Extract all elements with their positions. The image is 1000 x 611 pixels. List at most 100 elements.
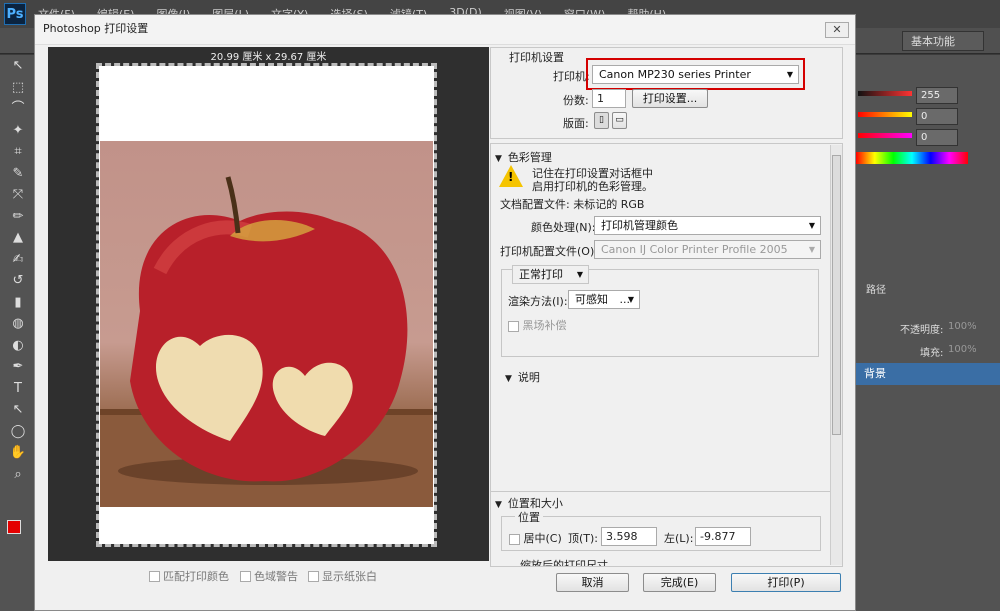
healing-tool-icon[interactable]: ⤧ [0,184,36,206]
chevron-down-icon: ▼ [808,221,815,230]
collapse-triangle-icon: ▼ [505,374,512,384]
show-paper-white-checkbox[interactable] [308,570,319,582]
print-button[interactable]: 打印(P) [731,573,841,592]
photoshop-logo: Ps [4,3,26,25]
history-brush-tool-icon[interactable]: ✍ [0,249,36,271]
marquee-tool-icon[interactable]: ⬚ [0,77,36,99]
red-slider[interactable] [858,91,912,96]
gradient-tool-icon[interactable]: ▮ [0,292,36,314]
match-print-colors-checkbox[interactable] [149,570,160,582]
cancel-button[interactable]: 取消 [556,573,629,592]
color-management-header[interactable]: ▼ 色彩管理 [495,149,552,165]
eraser-tool-icon[interactable]: ↺ [0,270,36,292]
scrollbar-thumb[interactable] [832,155,841,435]
center-label: 居中(C) [523,532,562,545]
show-paper-white-label: 显示纸张白 [322,570,377,583]
zoom-tool-icon[interactable]: ⌕ [0,464,36,486]
collapse-triangle-icon: ▼ [495,154,502,164]
match-print-colors-label: 匹配打印颜色 [163,570,229,583]
printer-label: 打印机: [553,70,590,83]
hand-tool-icon[interactable]: ✋ [0,442,36,464]
ps-toolbar: ↖ ⬚ ⌒ ✦ ⌗ ✎ ⤧ ✏ ▲ ✍ ↺ ▮ ◍ ◐ ✒ T ↖ ◯ ✋ ⌕ [0,55,36,611]
document-profile: 文档配置文件: 未标记的 RGB [500,198,645,211]
color-handling-select[interactable]: 打印机管理颜色 ▼ [594,216,821,235]
printer-profile-label: 打印机配置文件(O): [500,245,598,258]
scaled-print-size-label: 缩放后的打印尺寸 [520,559,608,566]
color-handling-value: 打印机管理颜色 [601,219,678,232]
printer-highlight-box [586,58,805,90]
section-divider [491,491,830,492]
color-handling-label: 颜色处理(N): [531,221,596,234]
close-icon[interactable]: ✕ [825,22,849,38]
dodge-tool-icon[interactable]: ◐ [0,335,36,357]
lasso-tool-icon[interactable]: ⌒ [0,98,36,120]
print-mode-select[interactable]: 正常打印 ▼ [512,265,589,284]
left-label: 左(L): [664,532,694,545]
print-mode-value: 正常打印 [519,268,563,281]
apple-heart-image [100,176,433,507]
center-checkbox[interactable] [509,533,520,545]
gamut-warning-label: 色域警告 [254,570,298,583]
top-input[interactable]: 3.598 [601,527,657,546]
warning-line-2: 启用打印机的色彩管理。 [532,180,653,193]
color-spectrum[interactable] [856,152,968,164]
position-label: 位置 [515,509,543,525]
rendering-intent-label: 渲染方法(I): [508,295,568,308]
blue-slider[interactable] [858,133,912,138]
chevron-down-icon: ▼ [576,270,583,279]
portrait-layout-icon[interactable]: ▯ [594,112,609,129]
layer-background[interactable]: 背景 [856,363,1000,385]
move-tool-icon[interactable]: ↖ [0,55,36,77]
opacity-value[interactable]: 100% [948,321,984,332]
layout-label: 版面: [563,117,589,130]
description-header[interactable]: ▼ 说明 [505,369,540,385]
print-preview: 20.99 厘米 x 29.67 厘米 [48,47,489,561]
center-option[interactable]: 居中(C) [509,530,562,546]
brush-tool-icon[interactable]: ✏ [0,206,36,228]
chevron-down-icon: ▼ [808,245,815,254]
top-label: 顶(T): [568,532,599,545]
workspace-selector[interactable]: 基本功能 [902,31,984,51]
printer-settings-header: 打印机设置 [509,51,564,64]
left-input[interactable]: -9.877 [695,527,751,546]
description-title: 说明 [517,371,540,384]
fill-value[interactable]: 100% [948,344,984,355]
eyedropper-tool-icon[interactable]: ✎ [0,163,36,185]
black-point-option: 黑场补偿 [508,317,567,333]
gamut-warning-checkbox[interactable] [240,570,251,582]
collapse-triangle-icon: ▼ [495,500,502,510]
red-value[interactable]: 255 [916,87,958,104]
blur-tool-icon[interactable]: ◍ [0,313,36,335]
settings-scrollbar[interactable] [830,145,842,565]
black-point-label: 黑场补偿 [522,319,567,332]
black-point-checkbox [508,320,519,332]
foreground-color-swatch[interactable] [7,520,21,534]
pen-tool-icon[interactable]: ✒ [0,356,36,378]
preview-paper-size: 20.99 厘米 x 29.67 厘米 [210,52,327,63]
gamut-warning-option[interactable]: 色域警告 [240,568,298,584]
preview-image[interactable] [100,141,433,507]
rendering-intent-select[interactable]: 可感知 ... ▼ [568,290,640,309]
path-select-tool-icon[interactable]: ↖ [0,399,36,421]
printer-profile-value: Canon IJ Color Printer Profile 2005 [601,243,788,256]
landscape-layout-icon[interactable]: ▭ [612,112,627,129]
show-paper-white-option[interactable]: 显示纸张白 [308,568,377,584]
magic-wand-tool-icon[interactable]: ✦ [0,120,36,142]
print-settings-dialog: Photoshop 打印设置 ✕ 20.99 厘米 x 29.67 厘米 匹配打… [34,14,856,611]
match-print-colors-option[interactable]: 匹配打印颜色 [149,568,229,584]
crop-tool-icon[interactable]: ⌗ [0,141,36,163]
printer-profile-select: Canon IJ Color Printer Profile 2005 ▼ [594,240,821,259]
chevron-down-icon: ▼ [627,295,634,304]
copies-input[interactable]: 1 [592,89,626,108]
green-value[interactable]: 0 [916,108,958,125]
green-slider[interactable] [858,112,912,117]
blue-value[interactable]: 0 [916,129,958,146]
stamp-tool-icon[interactable]: ▲ [0,227,36,249]
dialog-title: Photoshop 打印设置 [35,15,855,45]
type-tool-icon[interactable]: T [0,378,36,400]
shape-tool-icon[interactable]: ◯ [0,421,36,443]
print-settings-button[interactable]: 打印设置... [632,89,708,108]
warning-exclamation-icon: ! [508,170,514,184]
paths-tab[interactable]: 路径 [856,281,1000,296]
done-button[interactable]: 完成(E) [643,573,716,592]
